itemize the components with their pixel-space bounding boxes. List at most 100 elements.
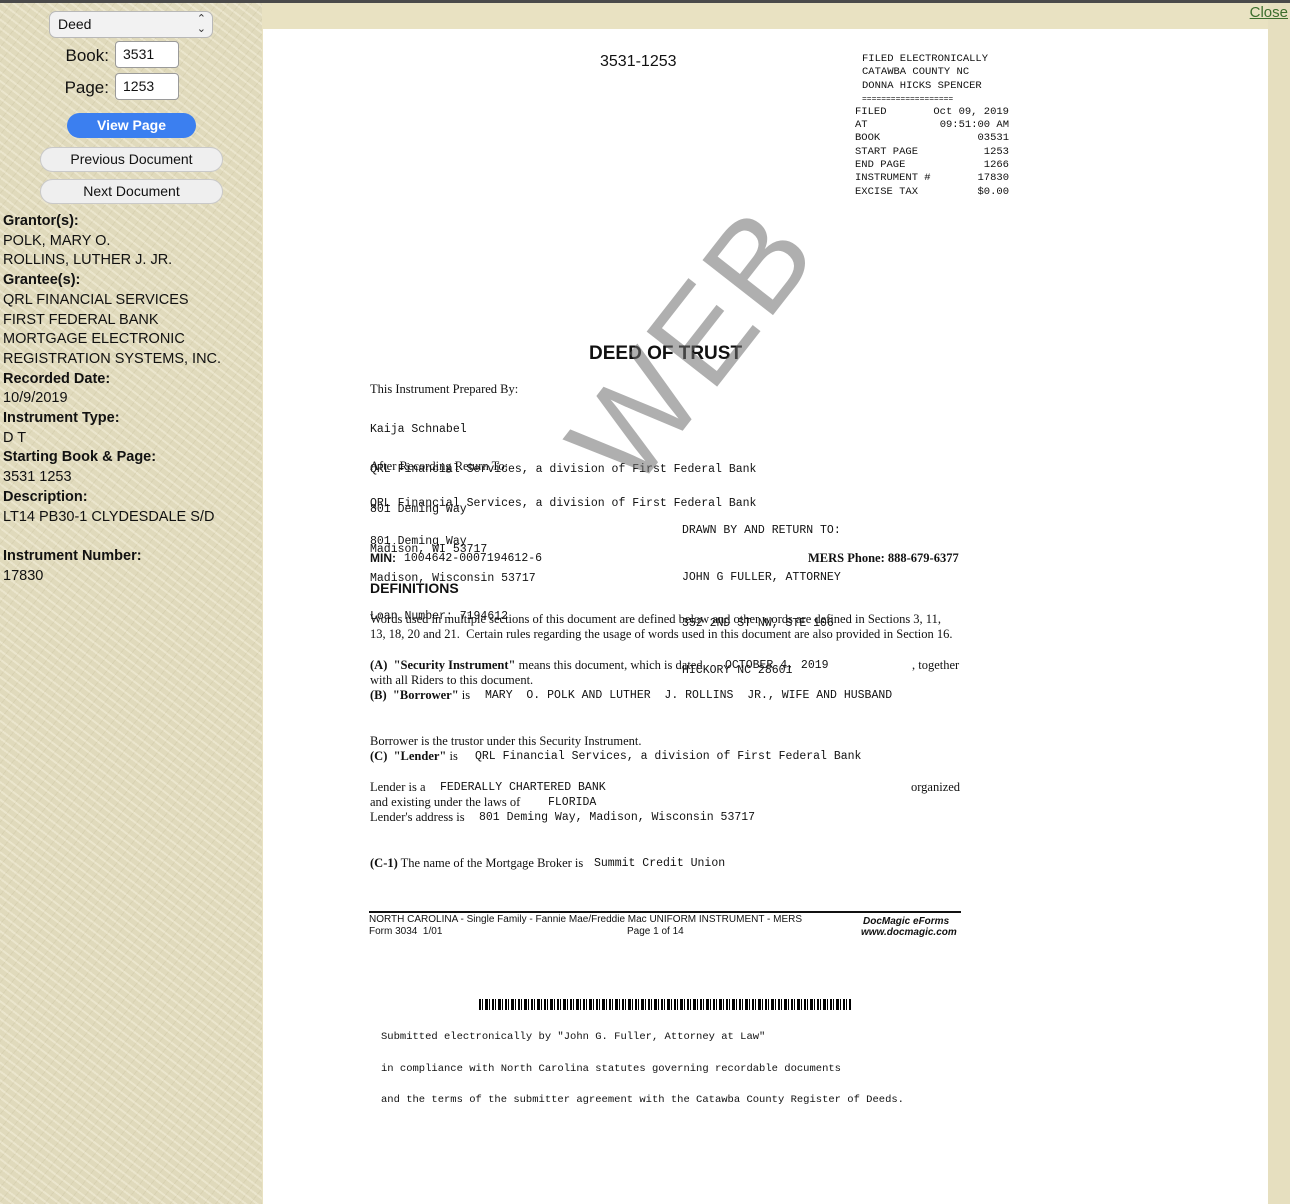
document-info: Grantor(s): POLK, MARY O. ROLLINS, LUTHE… bbox=[3, 212, 258, 586]
stamp-value: 1266 bbox=[983, 159, 1009, 172]
stamp-key: EXCISE TAX bbox=[855, 185, 919, 198]
document-type-select[interactable]: Deed ⌃ ⌄ bbox=[49, 11, 213, 38]
description-heading: Description: bbox=[3, 488, 88, 505]
grantee-name: MORTGAGE ELECTRONIC bbox=[3, 331, 185, 348]
page-field-row: Page: 1253 bbox=[0, 73, 262, 101]
submitted-line: Submitted electronically by "John G. Ful… bbox=[381, 1031, 766, 1043]
lender-type: FEDERALLY CHARTERED BANK bbox=[440, 781, 606, 794]
instrument-number-heading: Instrument Number: bbox=[3, 547, 142, 564]
definition-b-value: MARY O. POLK AND LUTHER J. ROLLINS JR., … bbox=[485, 689, 893, 702]
stamp-value: 09:51:00 AM bbox=[939, 119, 1009, 132]
book-input[interactable]: 3531 bbox=[115, 41, 179, 68]
grantee-name: REGISTRATION SYSTEMS, INC. bbox=[3, 350, 222, 367]
definition-a-text-2: with all Riders to this document. bbox=[370, 673, 534, 687]
view-page-button[interactable]: View Page bbox=[67, 113, 196, 138]
grantor-heading: Grantor(s): bbox=[3, 213, 79, 229]
definition-a-date: OCTOBER 4, 2019 bbox=[725, 659, 829, 672]
drawn-by-line: DRAWN BY AND RETURN TO: bbox=[682, 524, 841, 537]
mortgage-broker: Summit Credit Union bbox=[594, 857, 726, 870]
stamp-key: INSTRUMENT # bbox=[855, 172, 931, 185]
docmagic-logo: DocMagic eForms bbox=[863, 916, 950, 927]
barcode bbox=[479, 999, 851, 1010]
stamp-key: START PAGE bbox=[855, 145, 919, 158]
footer-rule bbox=[369, 911, 961, 913]
definition-a-text: means this document, which is dated bbox=[518, 658, 703, 672]
book-field-row: Book: 3531 bbox=[0, 41, 262, 69]
stamp-value: 17830 bbox=[977, 172, 1009, 185]
stamp-line: CATAWBA COUNTY NC bbox=[862, 66, 970, 79]
grantor-name: ROLLINS, LUTHER J. JR. bbox=[3, 252, 173, 269]
drawn-by-block: DRAWN BY AND RETURN TO: JOHN G FULLER, A… bbox=[682, 492, 841, 709]
book-label: Book: bbox=[65, 46, 109, 65]
definition-c1-label: (C-1) bbox=[370, 856, 398, 870]
return-to-label: After Recording Return To: bbox=[370, 459, 509, 473]
stamp-value: 03531 bbox=[977, 132, 1009, 145]
existing-under-label: and existing under the laws of bbox=[370, 795, 521, 809]
definitions-heading: DEFINITIONS bbox=[370, 580, 459, 596]
starting-book-page-value: 3531 1253 bbox=[3, 469, 72, 486]
definitions-text: 13, 18, 20 and 21. Certain rules regardi… bbox=[370, 627, 953, 641]
select-chevron-icon: ⌃ ⌄ bbox=[196, 13, 206, 35]
page-label: Page: bbox=[64, 78, 109, 97]
filed-stamp: FILED ELECTRONICALLY CATAWBA COUNTY NC D… bbox=[855, 53, 1009, 199]
lender-state: FLORIDA bbox=[548, 796, 597, 809]
lender-is-a-label: Lender is a bbox=[370, 780, 426, 794]
definition-b-term: "Borrower" bbox=[392, 688, 459, 702]
close-link[interactable]: Close bbox=[1250, 4, 1288, 21]
submitted-line: and the terms of the submitter agreement… bbox=[381, 1094, 904, 1106]
stamp-key: BOOK bbox=[855, 132, 881, 145]
instrument-type-heading: Instrument Type: bbox=[3, 410, 120, 427]
submitted-notice: Submitted electronically by "John G. Ful… bbox=[381, 1011, 904, 1127]
instrument-type-value: D T bbox=[3, 429, 27, 446]
definition-c-label: (C) bbox=[370, 749, 388, 763]
definition-c1-text: The name of the Mortgage Broker is bbox=[400, 856, 584, 870]
definition-a-label: (A) bbox=[370, 658, 388, 672]
stamp-value: Oct 09, 2019 bbox=[933, 105, 1009, 118]
definitions-text: Words used in multiple sections of this … bbox=[370, 612, 941, 626]
definition-c-term: "Lender" bbox=[393, 749, 447, 763]
footer-page: Page 1 of 14 bbox=[627, 926, 684, 937]
instrument-number-value: 17830 bbox=[3, 567, 44, 584]
footer-instrument: NORTH CAROLINA - Single Family - Fannie … bbox=[369, 914, 803, 925]
grantee-heading: Grantee(s): bbox=[3, 272, 81, 289]
definition-b: (B) "Borrower" is bbox=[370, 688, 470, 703]
page-number-header: 3531-1253 bbox=[600, 53, 677, 70]
docmagic-url: www.docmagic.com bbox=[861, 927, 957, 938]
grantee-name: QRL FINANCIAL SERVICES bbox=[3, 291, 189, 308]
stamp-key: END PAGE bbox=[855, 159, 906, 172]
stamp-value: $0.00 bbox=[977, 185, 1009, 198]
stamp-value: 1253 bbox=[983, 145, 1009, 158]
definition-c-value: QRL Financial Services, a division of Fi… bbox=[475, 750, 862, 763]
min-value: 1004642-0007194612-6 bbox=[404, 552, 543, 565]
submitted-line: in compliance with North Carolina statut… bbox=[381, 1062, 841, 1075]
lender-address: 801 Deming Way, Madison, Wisconsin 53717 bbox=[479, 811, 756, 824]
lender-address-label: Lender's address is bbox=[370, 810, 465, 824]
definition-c: (C) "Lender" is bbox=[370, 749, 458, 764]
right-margin-strip bbox=[1268, 3, 1290, 1204]
recorded-date-value: 10/9/2019 bbox=[3, 390, 68, 407]
description-value: LT14 PB30-1 CLYDESDALE S/D bbox=[3, 508, 215, 525]
definition-c-is: is bbox=[449, 749, 458, 763]
mers-phone: MERS Phone: 888-679-6377 bbox=[808, 551, 959, 565]
footer-form: Form 3034 1/01 bbox=[369, 926, 443, 937]
grantor-name: POLK, MARY O. bbox=[3, 232, 111, 249]
stamp-line: FILED ELECTRONICALLY bbox=[862, 53, 989, 65]
definition-a-together: , together bbox=[912, 658, 960, 672]
definition-b-text-2: Borrower is the trustor under this Secur… bbox=[370, 734, 642, 748]
next-document-button[interactable]: Next Document bbox=[40, 179, 223, 204]
stamp-separator: =================== bbox=[862, 94, 954, 104]
document-type-select-value: Deed bbox=[58, 16, 92, 32]
grantee-name: FIRST FEDERAL BANK bbox=[3, 311, 159, 328]
page-input[interactable]: 1253 bbox=[115, 73, 179, 100]
definition-c1: (C-1) The name of the Mortgage Broker is bbox=[370, 856, 583, 871]
previous-document-button[interactable]: Previous Document bbox=[40, 147, 223, 172]
sidebar: Deed ⌃ ⌄ Book: 3531 Page: 1253 View Page … bbox=[0, 3, 262, 1204]
definition-a: (A) "Security Instrument" means this doc… bbox=[370, 658, 703, 673]
stamp-line: DONNA HICKS SPENCER bbox=[862, 79, 982, 92]
drawn-by-line: JOHN G FULLER, ATTORNEY bbox=[682, 570, 841, 584]
starting-book-page-heading: Starting Book & Page: bbox=[3, 449, 157, 466]
definition-a-term: "Security Instrument" bbox=[393, 658, 516, 672]
stamp-key: FILED bbox=[855, 105, 887, 118]
definition-b-label: (B) bbox=[370, 688, 387, 702]
recorded-date-heading: Recorded Date: bbox=[3, 370, 111, 387]
